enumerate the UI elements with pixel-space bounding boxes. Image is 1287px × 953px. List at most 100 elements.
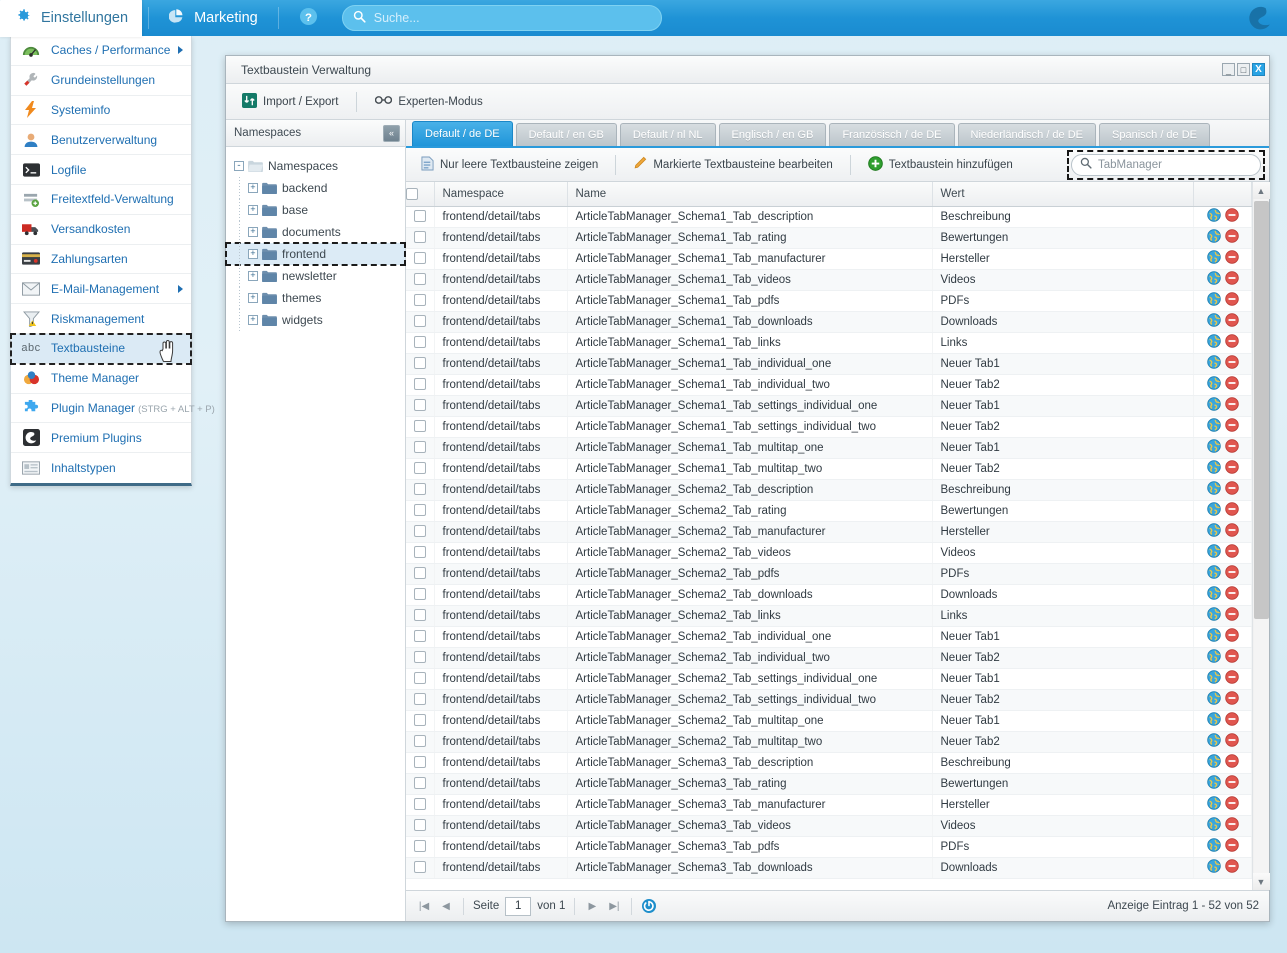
globe-icon[interactable] [1206, 418, 1221, 435]
row-select-cell[interactable] [406, 479, 435, 501]
globe-icon[interactable] [1206, 502, 1221, 519]
row-select-cell[interactable] [406, 794, 435, 816]
tree-node-base[interactable]: + base [226, 199, 405, 221]
row-checkbox[interactable] [413, 651, 426, 664]
row-select-cell[interactable] [406, 374, 435, 396]
table-row[interactable]: frontend/detail/tabs ArticleTabManager_Sc… [406, 395, 1252, 417]
row-checkbox[interactable] [413, 777, 426, 790]
tab-default-de-de[interactable]: Default / de DE [412, 121, 513, 146]
row-checkbox[interactable] [413, 315, 426, 328]
row-select-cell[interactable] [406, 521, 435, 543]
table-row[interactable]: frontend/detail/tabs ArticleTabManager_Sc… [406, 542, 1252, 564]
globe-icon[interactable] [1206, 670, 1221, 687]
row-select-cell[interactable] [406, 416, 435, 438]
delete-icon[interactable] [1224, 250, 1239, 267]
delete-icon[interactable] [1224, 502, 1239, 519]
select-all-checkbox[interactable] [406, 187, 418, 200]
globe-icon[interactable] [1206, 397, 1221, 414]
globe-icon[interactable] [1206, 754, 1221, 771]
globe-icon[interactable] [1206, 775, 1221, 792]
tab-spanisch-de-de[interactable]: Spanisch / de DE [1099, 123, 1211, 146]
row-select-cell[interactable] [406, 206, 435, 228]
tree-node-backend[interactable]: + backend [226, 177, 405, 199]
delete-icon[interactable] [1224, 670, 1239, 687]
row-checkbox[interactable] [413, 672, 426, 685]
delete-icon[interactable] [1224, 586, 1239, 603]
delete-icon[interactable] [1224, 607, 1239, 624]
row-select-cell[interactable] [406, 563, 435, 585]
table-row[interactable]: frontend/detail/tabs ArticleTabManager_Sc… [406, 752, 1252, 774]
globe-icon[interactable] [1206, 838, 1221, 855]
table-row[interactable]: frontend/detail/tabs ArticleTabManager_Sc… [406, 794, 1252, 816]
menu-item-email-management[interactable]: E-Mail-Management [11, 274, 191, 305]
table-row[interactable]: frontend/detail/tabs ArticleTabManager_Sc… [406, 689, 1252, 711]
header-wert[interactable]: Wert [932, 182, 1194, 207]
globe-icon[interactable] [1206, 607, 1221, 624]
globe-icon[interactable] [1206, 628, 1221, 645]
delete-icon[interactable] [1224, 796, 1239, 813]
row-select-cell[interactable] [406, 542, 435, 564]
row-checkbox[interactable] [413, 231, 426, 244]
globe-icon[interactable] [1206, 481, 1221, 498]
menu-item-premium-plugins[interactable]: Premium Plugins [11, 423, 191, 454]
row-select-cell[interactable] [406, 311, 435, 333]
collapse-panel-button[interactable]: « [383, 124, 400, 142]
table-row[interactable]: frontend/detail/tabs ArticleTabManager_Sc… [406, 521, 1252, 543]
row-checkbox[interactable] [413, 252, 426, 265]
row-checkbox[interactable] [413, 462, 426, 475]
row-checkbox[interactable] [413, 693, 426, 706]
row-checkbox[interactable] [413, 294, 426, 307]
expander-icon-documents[interactable]: + [248, 227, 258, 237]
table-row[interactable]: frontend/detail/tabs ArticleTabManager_Sc… [406, 626, 1252, 648]
delete-icon[interactable] [1224, 292, 1239, 309]
row-select-cell[interactable] [406, 815, 435, 837]
table-row[interactable]: frontend/detail/tabs ArticleTabManager_Sc… [406, 563, 1252, 585]
row-checkbox[interactable] [413, 840, 426, 853]
table-row[interactable]: frontend/detail/tabs ArticleTabManager_Sc… [406, 248, 1252, 270]
row-checkbox[interactable] [413, 399, 426, 412]
row-checkbox[interactable] [413, 441, 426, 454]
minimize-button[interactable]: _ [1222, 63, 1235, 76]
table-row[interactable]: frontend/detail/tabs ArticleTabManager_Sc… [406, 206, 1252, 228]
row-select-cell[interactable] [406, 710, 435, 732]
row-checkbox[interactable] [413, 336, 426, 349]
globe-icon[interactable] [1206, 292, 1221, 309]
row-checkbox[interactable] [413, 714, 426, 727]
row-select-cell[interactable] [406, 584, 435, 606]
scroll-down-arrow[interactable]: ▼ [1252, 873, 1270, 890]
menu-item-riskmanagement[interactable]: Riskmanagement [11, 304, 191, 334]
globe-icon[interactable] [1206, 334, 1221, 351]
delete-icon[interactable] [1224, 523, 1239, 540]
row-select-cell[interactable] [406, 752, 435, 774]
delete-icon[interactable] [1224, 628, 1239, 645]
globe-icon[interactable] [1206, 229, 1221, 246]
table-row[interactable]: frontend/detail/tabs ArticleTabManager_Sc… [406, 836, 1252, 858]
tab-franzoesisch-de-de[interactable]: Französisch / de DE [829, 123, 955, 146]
row-select-cell[interactable] [406, 227, 435, 249]
next-page-button[interactable]: ▶ [584, 898, 600, 914]
row-checkbox[interactable] [413, 546, 426, 559]
first-page-button[interactable]: |◀ [416, 898, 432, 914]
expander-icon-base[interactable]: + [248, 205, 258, 215]
globe-icon[interactable] [1206, 544, 1221, 561]
menu-item-zahlungsarten[interactable]: Zahlungsarten [11, 245, 191, 275]
row-checkbox[interactable] [413, 588, 426, 601]
delete-icon[interactable] [1224, 460, 1239, 477]
delete-icon[interactable] [1224, 838, 1239, 855]
row-select-cell[interactable] [406, 773, 435, 795]
globe-icon[interactable] [1206, 523, 1221, 540]
table-row[interactable]: frontend/detail/tabs ArticleTabManager_Sc… [406, 857, 1252, 879]
delete-icon[interactable] [1224, 376, 1239, 393]
row-checkbox[interactable] [413, 504, 426, 517]
tab-niederlaendisch-de-de[interactable]: Niederländisch / de DE [957, 123, 1097, 146]
header-select-all[interactable] [406, 182, 435, 207]
tree-node-widgets[interactable]: + widgets [226, 309, 405, 331]
tree-node-documents[interactable]: + documents [226, 221, 405, 243]
grid-search-input[interactable] [1098, 158, 1248, 171]
nav-item-einstellungen[interactable]: Einstellungen [0, 0, 143, 37]
table-row[interactable]: frontend/detail/tabs ArticleTabManager_Sc… [406, 668, 1252, 690]
table-row[interactable]: frontend/detail/tabs ArticleTabManager_Sc… [406, 374, 1252, 396]
globe-icon[interactable] [1206, 796, 1221, 813]
delete-icon[interactable] [1224, 313, 1239, 330]
grid-search[interactable] [1071, 153, 1261, 176]
